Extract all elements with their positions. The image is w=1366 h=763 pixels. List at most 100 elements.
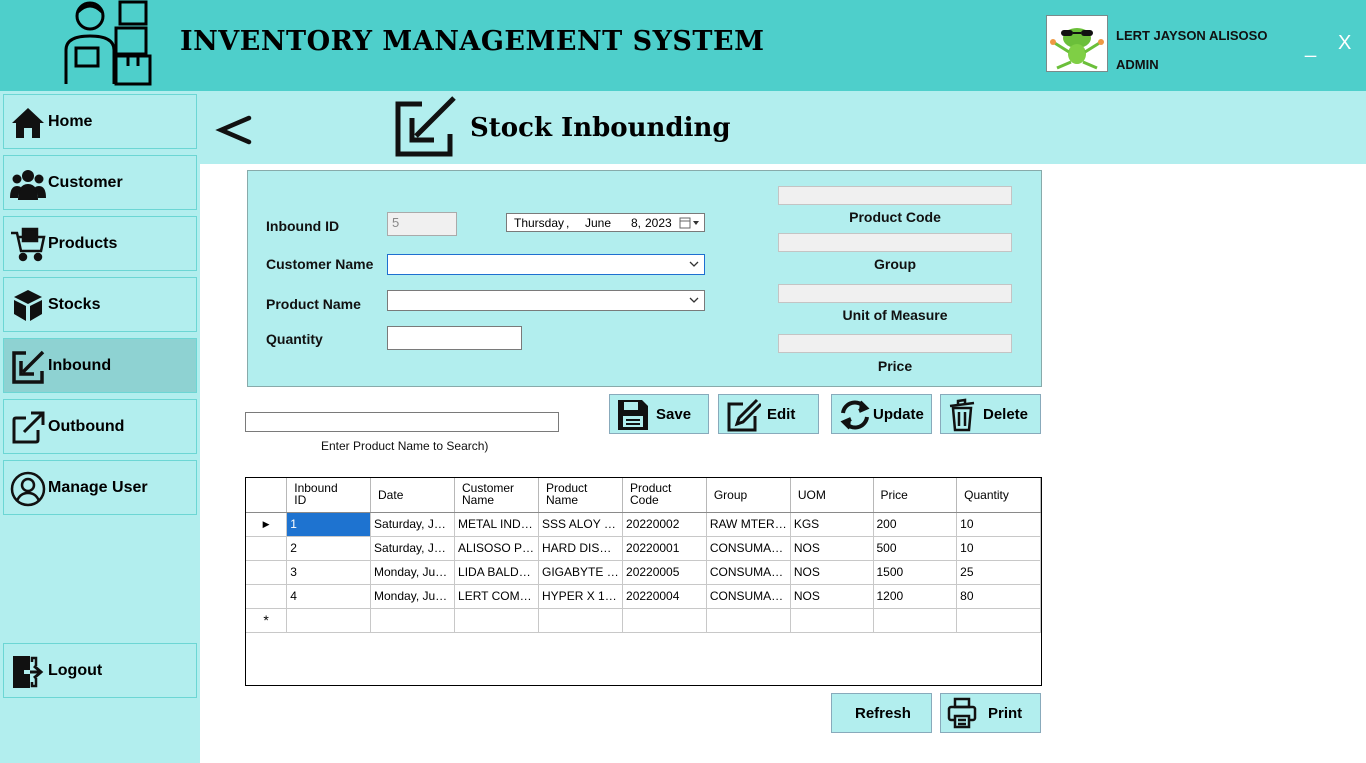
current-row-marker[interactable]: ▶ <box>246 512 288 537</box>
uom-field[interactable] <box>778 284 1012 303</box>
printer-icon <box>947 697 977 729</box>
price-field[interactable] <box>778 334 1012 353</box>
table-cell[interactable] <box>873 608 958 633</box>
table-cell[interactable] <box>790 608 874 633</box>
table-cell[interactable]: Monday, June... <box>370 584 456 609</box>
row-header[interactable] <box>246 560 288 585</box>
sidebar-item-manage-user[interactable]: Manage User <box>3 460 197 515</box>
column-header-inbound-id[interactable]: Inbound ID <box>286 478 372 513</box>
column-header-group[interactable]: Group <box>706 478 791 513</box>
print-button[interactable]: Print <box>940 693 1041 733</box>
table-cell[interactable]: 20220004 <box>622 584 707 609</box>
table-cell[interactable]: RAW MTERIAL <box>706 512 791 537</box>
table-cell[interactable] <box>454 608 540 633</box>
table-cell[interactable]: Saturday, Jun... <box>370 512 456 537</box>
sidebar-item-inbound[interactable]: Inbound <box>3 338 197 393</box>
table-cell[interactable]: 10 <box>956 536 1041 561</box>
table-cell[interactable]: 1500 <box>873 560 958 585</box>
header-text: ID <box>294 493 307 507</box>
table-cell[interactable]: 80 <box>956 584 1041 609</box>
update-button[interactable]: Update <box>831 394 932 434</box>
table-cell[interactable]: CONSUMABLE <box>706 536 791 561</box>
delete-button[interactable]: Delete <box>940 394 1041 434</box>
header-text: Code <box>630 493 659 507</box>
table-cell[interactable]: 10 <box>956 512 1041 537</box>
sidebar-item-home[interactable]: Home <box>3 94 197 149</box>
customer-name-combobox[interactable] <box>387 254 705 275</box>
table-cell[interactable] <box>956 608 1041 633</box>
refresh-arrows-icon <box>840 400 870 430</box>
close-button[interactable]: X <box>1338 32 1351 55</box>
refresh-button-label: Refresh <box>855 705 911 722</box>
back-arrow-icon[interactable] <box>215 106 255 152</box>
table-row[interactable]: 3 Monday, June... LIDA BALDE... GIGABYTE… <box>246 560 1041 585</box>
table-cell[interactable]: Monday, June... <box>370 560 456 585</box>
table-cell[interactable]: 4 <box>286 584 372 609</box>
table-cell[interactable] <box>370 608 456 633</box>
table-cell[interactable]: METAL INDU... <box>454 512 540 537</box>
table-cell[interactable]: KGS <box>790 512 874 537</box>
table-cell[interactable]: HARD DISK ... <box>538 536 624 561</box>
table-cell[interactable]: 1 <box>286 512 372 537</box>
table-cell[interactable]: SSS ALOY M... <box>538 512 624 537</box>
product-search-input[interactable] <box>245 412 559 432</box>
table-cell[interactable] <box>706 608 791 633</box>
table-cell[interactable]: 200 <box>873 512 958 537</box>
group-field[interactable] <box>778 233 1012 252</box>
table-cell[interactable] <box>622 608 707 633</box>
table-cell[interactable]: ALISOSO PR... <box>454 536 540 561</box>
search-hint: Enter Product Name to Search) <box>321 439 489 453</box>
column-header-customer-name[interactable]: Customer Name <box>454 478 540 513</box>
table-cell[interactable]: 20220005 <box>622 560 707 585</box>
table-cell[interactable]: LIDA BALDE... <box>454 560 540 585</box>
column-header-quantity[interactable]: Quantity <box>956 478 1041 513</box>
quantity-field[interactable] <box>387 326 522 350</box>
table-new-row[interactable]: * <box>246 608 1041 633</box>
save-button[interactable]: Save <box>609 394 709 434</box>
sidebar-item-customer[interactable]: Customer <box>3 155 197 210</box>
refresh-button[interactable]: Refresh <box>831 693 932 733</box>
table-cell[interactable] <box>538 608 624 633</box>
table-cell[interactable]: NOS <box>790 584 874 609</box>
minimize-button[interactable]: _ <box>1305 36 1316 59</box>
table-cell[interactable]: CONSUMABLE <box>706 560 791 585</box>
edit-button[interactable]: Edit <box>718 394 819 434</box>
table-row[interactable]: 2 Saturday, Jun... ALISOSO PR... HARD DI… <box>246 536 1041 561</box>
table-cell[interactable]: GIGABYTE M... <box>538 560 624 585</box>
table-cell[interactable]: NOS <box>790 536 874 561</box>
table-cell[interactable]: Saturday, Jun... <box>370 536 456 561</box>
table-cell[interactable] <box>286 608 372 633</box>
column-header-product-name[interactable]: Product Name <box>538 478 624 513</box>
inbound-data-grid[interactable]: Inbound ID Date Customer Name Product Name … <box>245 477 1042 686</box>
table-cell[interactable]: HYPER X 16 ... <box>538 584 624 609</box>
column-header-price[interactable]: Price <box>873 478 958 513</box>
table-cell[interactable]: LERT COMP... <box>454 584 540 609</box>
inbound-id-field[interactable]: 5 <box>387 212 457 236</box>
row-header[interactable] <box>246 584 288 609</box>
row-header[interactable] <box>246 536 288 561</box>
new-row-marker[interactable]: * <box>246 608 288 633</box>
table-cell[interactable]: 20220001 <box>622 536 707 561</box>
table-cell[interactable]: 20220002 <box>622 512 707 537</box>
calendar-dropdown-icon[interactable] <box>679 217 701 229</box>
product-code-field[interactable] <box>778 186 1012 205</box>
table-cell[interactable]: CONSUMABLE <box>706 584 791 609</box>
column-header-date[interactable]: Date <box>370 478 456 513</box>
table-cell[interactable]: 2 <box>286 536 372 561</box>
table-cell[interactable]: NOS <box>790 560 874 585</box>
save-button-label: Save <box>656 406 692 423</box>
table-cell[interactable]: 25 <box>956 560 1041 585</box>
table-row[interactable]: ▶ 1 Saturday, Jun... METAL INDU... SSS A… <box>246 512 1041 537</box>
product-name-combobox[interactable] <box>387 290 705 311</box>
column-header-uom[interactable]: UOM <box>790 478 874 513</box>
column-header-product-code[interactable]: Product Code <box>622 478 707 513</box>
inbound-date-picker[interactable]: Thursday , June 8, 2023 <box>506 213 705 232</box>
table-cell[interactable]: 3 <box>286 560 372 585</box>
table-cell[interactable]: 1200 <box>873 584 958 609</box>
logout-button[interactable]: Logout <box>3 643 197 698</box>
sidebar-item-outbound[interactable]: Outbound <box>3 399 197 454</box>
table-cell[interactable]: 500 <box>873 536 958 561</box>
sidebar-item-stocks[interactable]: Stocks <box>3 277 197 332</box>
sidebar-item-products[interactable]: Products <box>3 216 197 271</box>
table-row[interactable]: 4 Monday, June... LERT COMP... HYPER X 1… <box>246 584 1041 609</box>
